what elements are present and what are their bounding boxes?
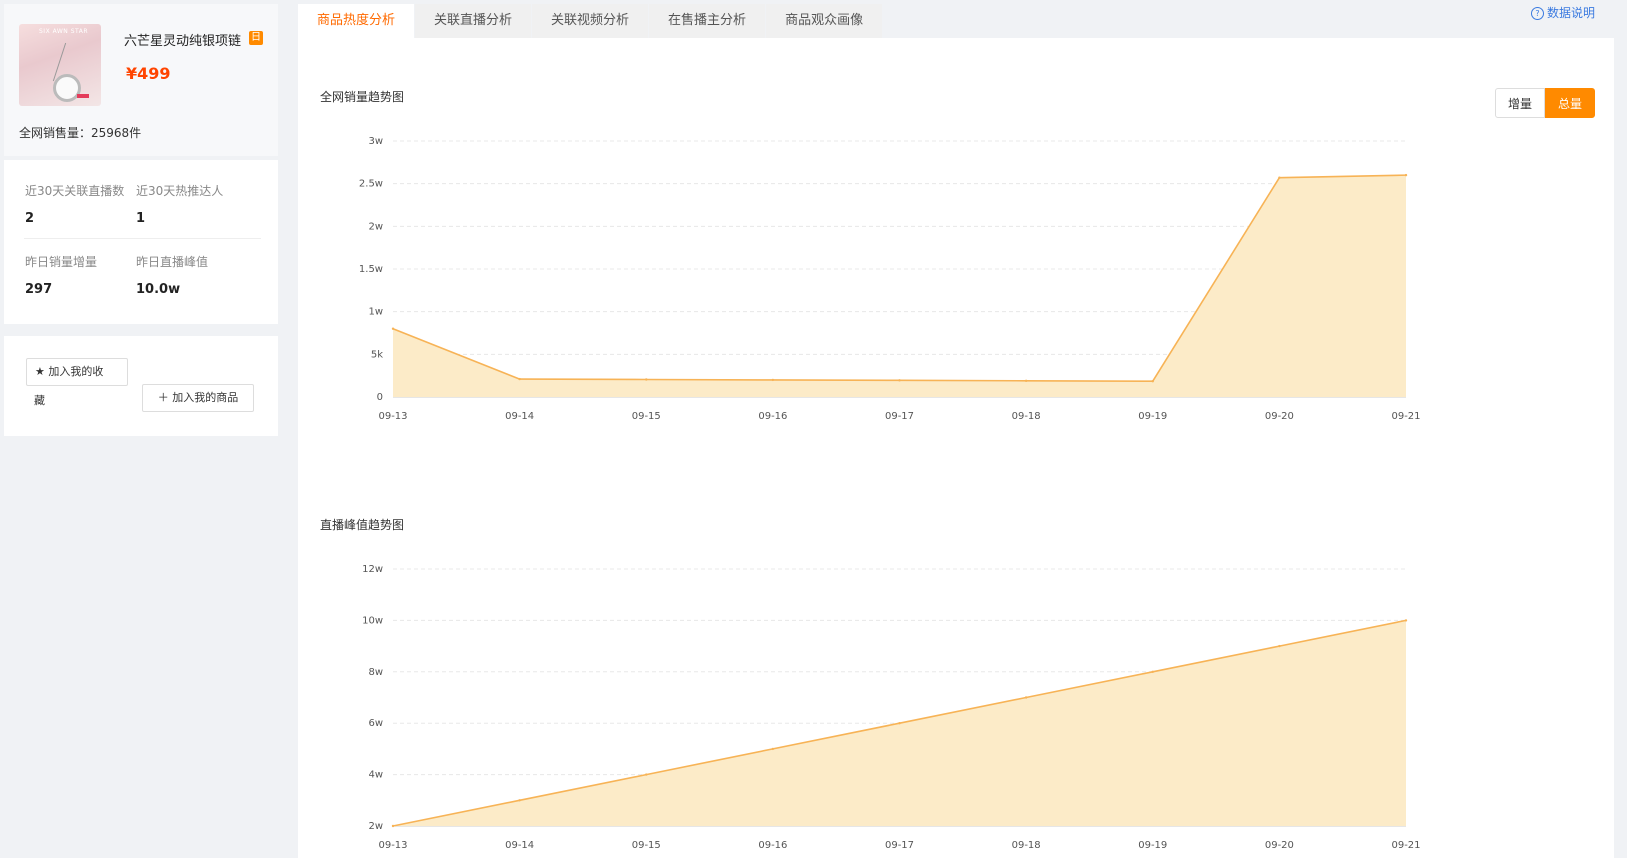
total-sales: 全网销售量：25968件 bbox=[19, 126, 142, 140]
x-tick-label: 09-19 bbox=[1138, 840, 1167, 851]
tab-related-video[interactable]: 关联视频分析 bbox=[532, 4, 649, 38]
increment-toggle-button[interactable]: 增量 bbox=[1495, 88, 1546, 118]
y-tick-label: 2w bbox=[368, 821, 383, 832]
product-title[interactable]: 六芒星灵动纯银项链 bbox=[124, 30, 241, 49]
data-point bbox=[1404, 619, 1408, 622]
analysis-tabs: 商品热度分析 关联直播分析 关联视频分析 在售播主分析 商品观众画像 bbox=[298, 4, 883, 38]
y-tick-label: 1.5w bbox=[359, 264, 383, 275]
total-toggle-button[interactable]: 总量 bbox=[1545, 88, 1596, 118]
stat-live-count: 近30天关联直播数 2 bbox=[25, 182, 145, 226]
chart-title-sales: 全网销量趋势图 bbox=[320, 90, 405, 104]
add-favorite-button[interactable]: ★ 加入我的收 bbox=[26, 358, 128, 386]
stat-label: 昨日直播峰值 bbox=[136, 255, 209, 269]
stat-value: 2 bbox=[25, 211, 35, 226]
product-price: ¥499 bbox=[126, 64, 171, 83]
add-my-product-label: 加入我的商品 bbox=[172, 391, 239, 404]
series-area bbox=[393, 175, 1406, 397]
data-point bbox=[391, 327, 395, 330]
chart-title-live-peak: 直播峰值趋势图 bbox=[320, 518, 405, 532]
x-tick-label: 09-13 bbox=[378, 840, 407, 851]
stat-value: 297 bbox=[25, 282, 53, 297]
stat-yesterday-peak: 昨日直播峰值 10.0w bbox=[136, 253, 256, 297]
x-tick-label: 09-17 bbox=[885, 411, 914, 422]
stat-value: 10.0w bbox=[136, 282, 181, 297]
question-icon: ? bbox=[1531, 7, 1544, 20]
add-favorite-label-wrap: 藏 bbox=[34, 394, 45, 407]
data-point bbox=[518, 377, 521, 381]
tab-related-live[interactable]: 关联直播分析 bbox=[415, 4, 532, 38]
add-favorite-label: 加入我的收 bbox=[48, 365, 104, 378]
x-tick-label: 09-14 bbox=[505, 840, 534, 851]
data-point bbox=[1404, 173, 1408, 177]
data-point bbox=[771, 747, 775, 751]
x-tick-label: 09-14 bbox=[505, 411, 534, 422]
x-tick-label: 09-16 bbox=[758, 411, 787, 422]
plus-icon: ＋ bbox=[157, 391, 169, 404]
data-point bbox=[645, 378, 648, 381]
thumbnail-brand-text: SIX AWN STAR bbox=[39, 28, 88, 35]
thumbnail-tag bbox=[77, 94, 89, 98]
x-tick-label: 09-15 bbox=[632, 840, 661, 851]
y-tick-label: 6w bbox=[368, 718, 383, 729]
data-point bbox=[645, 773, 648, 776]
x-tick-label: 09-18 bbox=[1012, 411, 1041, 422]
data-point bbox=[1278, 176, 1281, 179]
data-point bbox=[1151, 380, 1154, 383]
mode-toggle: 增量 总量 bbox=[1495, 88, 1596, 118]
live-peak-trend-chart: 2w 4w 6w 8w 10w 12w 09-13 09-14 09-15 09-16 09-17 0… bbox=[362, 564, 1420, 851]
data-point bbox=[1024, 696, 1028, 699]
x-tick-label: 09-19 bbox=[1138, 411, 1167, 422]
y-tick-label: 3w bbox=[368, 136, 383, 147]
x-tick-label: 09-13 bbox=[378, 411, 407, 422]
stat-value: 1 bbox=[136, 211, 146, 226]
data-point bbox=[898, 379, 901, 382]
data-point bbox=[391, 824, 395, 828]
stat-promoters: 近30天热推达人 1 bbox=[136, 182, 256, 226]
x-tick-label: 09-20 bbox=[1265, 411, 1294, 422]
data-point bbox=[1278, 644, 1281, 648]
x-tick-label: 09-20 bbox=[1265, 840, 1294, 851]
stat-yesterday-increment: 昨日销量增量 297 bbox=[25, 253, 145, 297]
help-label: 数据说明 bbox=[1547, 6, 1596, 20]
data-point bbox=[1024, 379, 1028, 382]
stats-card: 近30天关联直播数 2 近30天热推达人 1 昨日销量增量 297 昨日直播峰值… bbox=[4, 160, 278, 324]
y-tick-label: 8w bbox=[368, 667, 383, 678]
tab-audience[interactable]: 商品观众画像 bbox=[766, 4, 883, 38]
tab-product-heat[interactable]: 商品热度分析 bbox=[298, 4, 415, 38]
y-tick-label: 12w bbox=[362, 564, 383, 575]
y-tick-label: 0 bbox=[377, 392, 383, 403]
star-icon: ★ bbox=[35, 365, 45, 378]
stats-divider bbox=[24, 238, 261, 239]
x-tick-label: 09-18 bbox=[1012, 840, 1041, 851]
x-tick-label: 09-17 bbox=[885, 840, 914, 851]
x-tick-label: 09-15 bbox=[632, 411, 661, 422]
x-tick-label: 09-16 bbox=[758, 840, 787, 851]
data-point bbox=[518, 799, 521, 802]
actions-card: ★ 加入我的收 藏 ＋ 加入我的商品 bbox=[4, 336, 278, 436]
data-point bbox=[1151, 670, 1154, 673]
product-card: SIX AWN STAR 六芒星灵动纯银项链 日 ¥499 全网销售量：2596… bbox=[4, 4, 278, 156]
data-help-link[interactable]: ? 数据说明 bbox=[1531, 4, 1595, 21]
stat-label: 近30天热推达人 bbox=[136, 184, 224, 198]
y-tick-label: 2w bbox=[368, 221, 383, 232]
sales-trend-chart: 0 5k 1w 1.5w 2w 2.5w 3w 09-13 09-14 09-15 09-16 09-… bbox=[359, 136, 1421, 422]
y-tick-label: 1w bbox=[368, 307, 383, 318]
data-point bbox=[898, 722, 901, 725]
x-tick-label: 09-21 bbox=[1391, 411, 1420, 422]
y-tick-label: 2.5w bbox=[359, 179, 383, 190]
tab-sellers[interactable]: 在售播主分析 bbox=[649, 4, 766, 38]
data-point bbox=[771, 378, 775, 382]
y-tick-label: 5k bbox=[371, 349, 383, 360]
stat-label: 昨日销量增量 bbox=[25, 255, 98, 269]
add-my-product-button[interactable]: ＋ 加入我的商品 bbox=[142, 384, 254, 412]
x-tick-label: 09-21 bbox=[1391, 840, 1420, 851]
product-thumbnail[interactable]: SIX AWN STAR bbox=[19, 24, 101, 106]
y-tick-label: 4w bbox=[368, 770, 383, 781]
y-tick-label: 10w bbox=[362, 615, 383, 626]
stat-label: 近30天关联直播数 bbox=[25, 184, 125, 198]
daily-badge-icon: 日 bbox=[249, 31, 263, 45]
